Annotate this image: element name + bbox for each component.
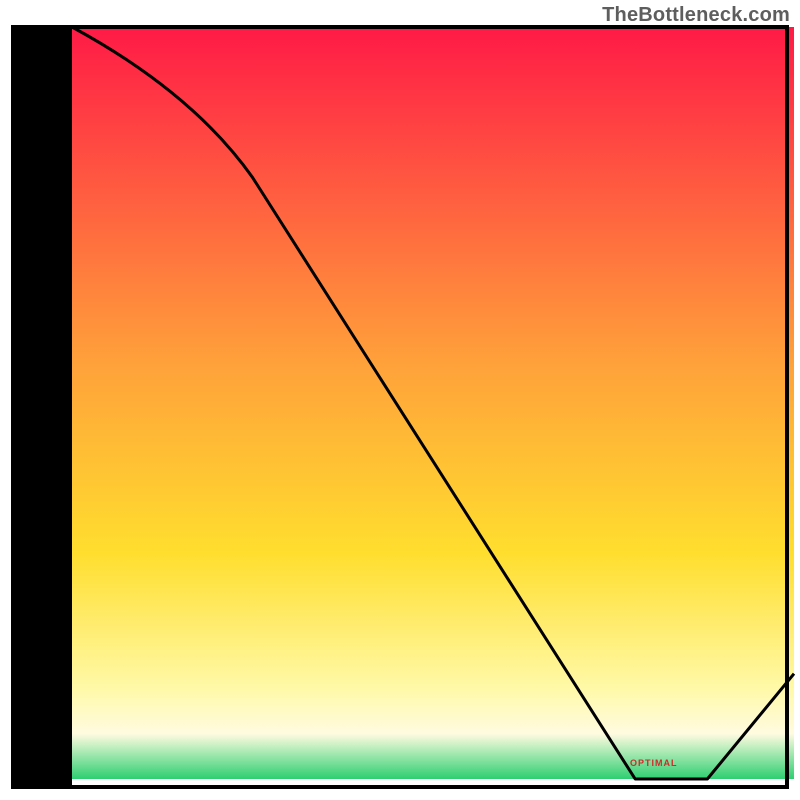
chart-svg	[0, 0, 800, 800]
plot-background	[72, 27, 794, 779]
valley-label: OPTIMAL	[630, 758, 678, 768]
chart-root: TheBottleneck.com OPTIMAL	[0, 0, 800, 800]
left-black-bar	[13, 27, 72, 787]
